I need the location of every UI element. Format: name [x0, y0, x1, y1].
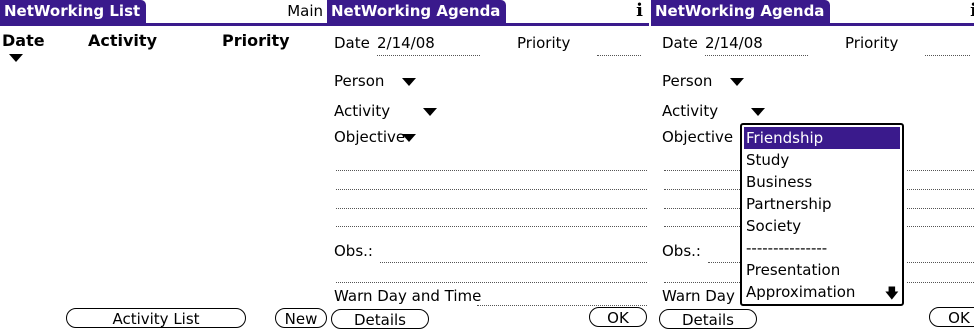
dropdown-option-partnership[interactable]: Partnership	[744, 193, 900, 215]
networking-agenda-screen: NetWorking Agenda i Date 2/14/08 Priorit…	[327, 0, 649, 329]
screen-title: NetWorking Agenda	[651, 0, 831, 23]
obs-label: Obs.:	[662, 242, 701, 260]
priority-field[interactable]	[597, 55, 641, 56]
networking-agenda-screen-with-dropdown: NetWorking Agenda i Date 2/14/08 Priorit…	[649, 0, 974, 329]
dropdown-separator: ---------------	[746, 239, 828, 257]
date-label: Date	[334, 34, 370, 52]
new-button[interactable]: New	[275, 308, 327, 328]
priority-label: Priority	[845, 34, 899, 52]
dropdown-option-approximation[interactable]: Approximation	[744, 281, 900, 303]
activity-dropdown-icon[interactable]	[423, 108, 437, 116]
details-button[interactable]: Details	[659, 309, 757, 329]
objective-line[interactable]	[336, 226, 647, 227]
date-value[interactable]: 2/14/08	[705, 34, 763, 52]
activity-label[interactable]: Activity	[662, 102, 718, 120]
activity-dropdown-icon[interactable]	[751, 108, 765, 116]
info-icon[interactable]: i	[636, 0, 643, 21]
column-header-priority[interactable]: Priority	[222, 31, 290, 50]
main-menu-label[interactable]: Main	[287, 2, 323, 20]
dropdown-option-business[interactable]: Business	[744, 171, 900, 193]
objective-label[interactable]: Objective	[334, 128, 405, 146]
date-label: Date	[662, 34, 698, 52]
activity-label[interactable]: Activity	[334, 102, 390, 120]
obs-field[interactable]	[336, 282, 647, 283]
info-icon[interactable]: i	[970, 0, 974, 21]
person-dropdown-icon[interactable]	[402, 78, 416, 86]
activity-dropdown-menu[interactable]: Friendship Study Business Partnership So…	[740, 123, 904, 306]
warn-label: Warn Day	[662, 287, 735, 305]
obs-label: Obs.:	[334, 242, 373, 260]
dropdown-option-study[interactable]: Study	[744, 149, 900, 171]
ok-button[interactable]: OK	[929, 307, 974, 327]
screen-title: NetWorking Agenda	[327, 0, 507, 23]
date-sort-dropdown-icon[interactable]	[9, 54, 23, 62]
details-button[interactable]: Details	[331, 309, 429, 329]
objective-line[interactable]	[336, 170, 647, 171]
priority-field[interactable]	[925, 55, 970, 56]
column-header-activity[interactable]: Activity	[88, 31, 157, 50]
warn-label: Warn Day and Time	[334, 287, 482, 305]
title-bar: NetWorking Agenda i	[327, 0, 649, 28]
obs-field[interactable]	[380, 262, 647, 263]
objective-dropdown-icon[interactable]	[402, 134, 416, 142]
person-label[interactable]: Person	[334, 72, 384, 90]
date-value[interactable]: 2/14/08	[377, 34, 435, 52]
screen-title: NetWorking List	[0, 0, 147, 23]
priority-label: Priority	[517, 34, 571, 52]
dropdown-option-friendship[interactable]: Friendship	[744, 127, 900, 149]
objective-label[interactable]: Objective	[662, 128, 742, 146]
dropdown-option-presentation[interactable]: Presentation	[744, 259, 900, 281]
title-bar: NetWorking List Main	[0, 0, 327, 28]
person-dropdown-icon[interactable]	[730, 78, 744, 86]
dropdown-option-society[interactable]: Society	[744, 215, 900, 237]
person-label[interactable]: Person	[662, 72, 712, 90]
objective-line[interactable]	[336, 189, 647, 190]
scroll-down-arrow-icon[interactable]: 🡇	[885, 287, 899, 301]
column-header-date[interactable]: Date	[2, 31, 45, 50]
networking-list-screen: NetWorking List Main Date Activity Prior…	[0, 0, 327, 329]
warn-field[interactable]	[477, 305, 647, 306]
activity-list-button[interactable]: Activity List	[66, 308, 246, 328]
ok-button[interactable]: OK	[589, 307, 647, 327]
title-bar: NetWorking Agenda i	[649, 0, 974, 28]
objective-line[interactable]	[336, 208, 647, 209]
